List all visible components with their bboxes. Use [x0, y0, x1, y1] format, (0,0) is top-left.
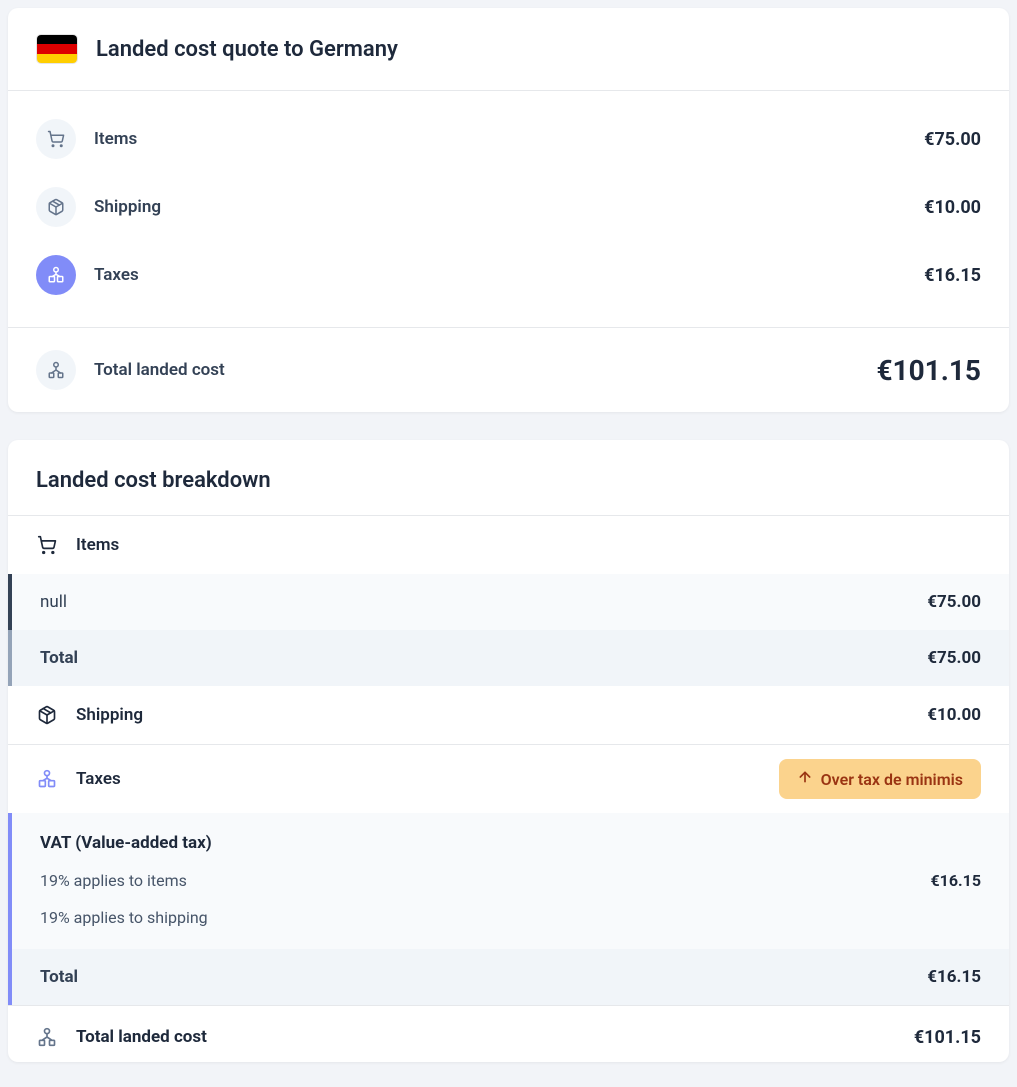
items-total-row: Total €75.00 [8, 630, 1009, 686]
summary-title: Landed cost quote to Germany [96, 37, 398, 62]
breakdown-title: Landed cost breakdown [36, 468, 981, 493]
package-icon [36, 187, 76, 227]
final-total-value: €101.15 [914, 1027, 981, 1048]
germany-flag-icon [36, 34, 78, 64]
summary-header: Landed cost quote to Germany [8, 8, 1009, 91]
summary-total-row: Total landed cost €101.15 [8, 327, 1009, 412]
shipping-section-value: €10.00 [927, 705, 981, 725]
total-value: €101.15 [876, 354, 981, 387]
vat-block: VAT (Value-added tax) 19% applies to ite… [8, 813, 1009, 949]
breakdown-card: Landed cost breakdown Items null €75.00 … [8, 440, 1009, 1062]
taxes-label: Taxes [94, 265, 906, 285]
items-total-label: Total [40, 648, 927, 668]
summary-body: Items €75.00 Shipping €10.00 Taxes €16.1… [8, 91, 1009, 327]
shipping-section-label: Shipping [76, 705, 909, 725]
items-label: Items [94, 129, 906, 149]
item-line-row: null €75.00 [8, 574, 1009, 630]
items-total-value: €75.00 [927, 648, 981, 668]
shipping-section-header: Shipping €10.00 [8, 686, 1009, 744]
hierarchy-icon [36, 350, 76, 390]
items-section-header: Items [8, 516, 1009, 574]
items-value: €75.00 [924, 129, 981, 150]
arrow-up-icon [797, 769, 813, 789]
taxes-icon [36, 768, 58, 790]
hierarchy-icon [36, 1026, 58, 1048]
taxes-total-value: €16.15 [927, 967, 981, 987]
vat-line-1-label: 19% applies to shipping [40, 908, 981, 927]
cart-icon [36, 534, 58, 556]
summary-card: Landed cost quote to Germany Items €75.0… [8, 8, 1009, 412]
taxes-icon [36, 255, 76, 295]
summary-row-items: Items €75.00 [36, 105, 981, 173]
final-total-label: Total landed cost [76, 1027, 896, 1047]
taxes-section-header: Taxes Over tax de minimis [8, 744, 1009, 813]
item-line-label: null [40, 592, 927, 612]
package-icon [36, 704, 58, 726]
badge-text: Over tax de minimis [821, 770, 963, 789]
breakdown-header: Landed cost breakdown [8, 440, 1009, 516]
vat-line-0-value: €16.15 [930, 871, 981, 890]
vat-title: VAT (Value-added tax) [40, 833, 981, 853]
taxes-total-label: Total [40, 967, 927, 987]
cart-icon [36, 119, 76, 159]
vat-line-0-label: 19% applies to items [40, 871, 930, 890]
total-label: Total landed cost [94, 360, 858, 380]
taxes-section-label: Taxes [76, 769, 761, 789]
shipping-label: Shipping [94, 197, 906, 217]
item-line-value: €75.00 [927, 592, 981, 612]
taxes-value: €16.15 [924, 265, 981, 286]
summary-row-shipping: Shipping €10.00 [36, 173, 981, 241]
de-minimis-badge: Over tax de minimis [779, 759, 981, 799]
final-total-row: Total landed cost €101.15 [8, 1005, 1009, 1062]
items-section-label: Items [76, 535, 981, 555]
shipping-value: €10.00 [924, 197, 981, 218]
taxes-total-row: Total €16.15 [8, 949, 1009, 1005]
summary-row-taxes: Taxes €16.15 [36, 241, 981, 309]
